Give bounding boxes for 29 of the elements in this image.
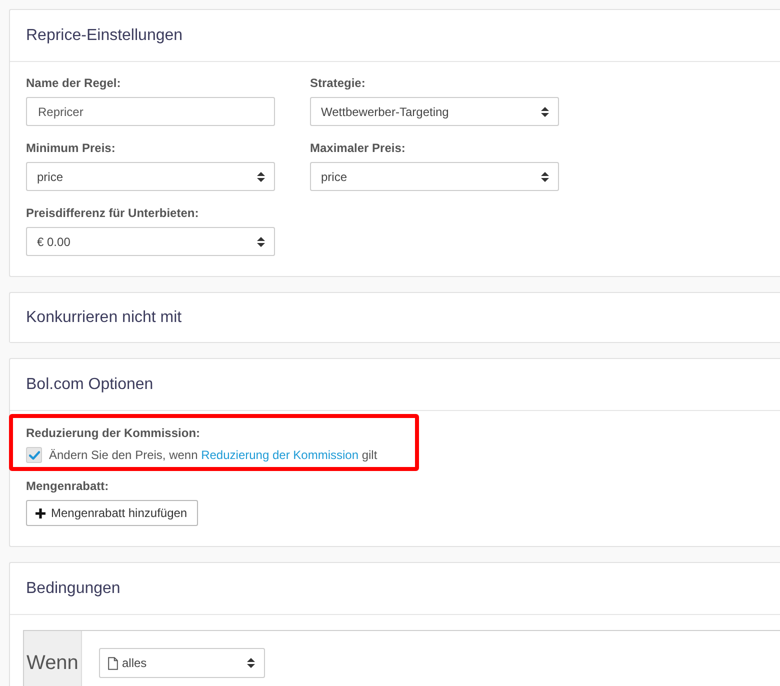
plus-icon	[35, 508, 46, 518]
checkbox[interactable]	[26, 447, 42, 463]
field-label: Reduzierung der Kommission:	[26, 426, 202, 441]
dropdown-select[interactable]: € 0.00	[26, 227, 275, 256]
field-label: Preisdifferenz für Unterbieten:	[26, 206, 200, 221]
up-down-caret-icon	[257, 236, 265, 246]
field-label: Strategie:	[310, 76, 366, 91]
up-down-caret-icon	[257, 172, 265, 182]
up-down-caret-icon	[247, 658, 255, 668]
field-label: Minimum Preis:	[26, 141, 116, 156]
add-discount-button[interactable]: Mengenrabatt hinzufügen	[26, 500, 198, 526]
up-down-caret-icon	[541, 106, 549, 116]
dropdown-select[interactable]: Wettbewerber-Targeting	[310, 97, 559, 126]
checkbox-label: Ändern Sie den Preis, wenn Reduzierung der Kommission gilt	[49, 447, 378, 463]
panel-title: Konkurrieren nicht mit	[26, 309, 182, 326]
field-label: Name der Regel:	[26, 76, 122, 91]
dropdown-select[interactable]: alles	[99, 648, 265, 678]
up-down-caret-icon	[541, 172, 549, 182]
panel-title: Reprice-Einstellungen	[26, 27, 183, 44]
keyword-cell: Wenn	[24, 631, 82, 686]
panel-title: Bol.com Optionen	[26, 376, 154, 393]
dropdown-select[interactable]: price	[26, 162, 275, 191]
document-icon	[108, 656, 118, 670]
dropdown-select[interactable]: price	[310, 162, 559, 191]
text-input[interactable]: Repricer	[26, 97, 275, 126]
panel-title: Bedingungen	[26, 580, 120, 597]
field-label: Maximaler Preis:	[310, 141, 406, 156]
checkmark-icon	[28, 450, 40, 460]
field-label: Mengenrabatt:	[26, 479, 110, 494]
